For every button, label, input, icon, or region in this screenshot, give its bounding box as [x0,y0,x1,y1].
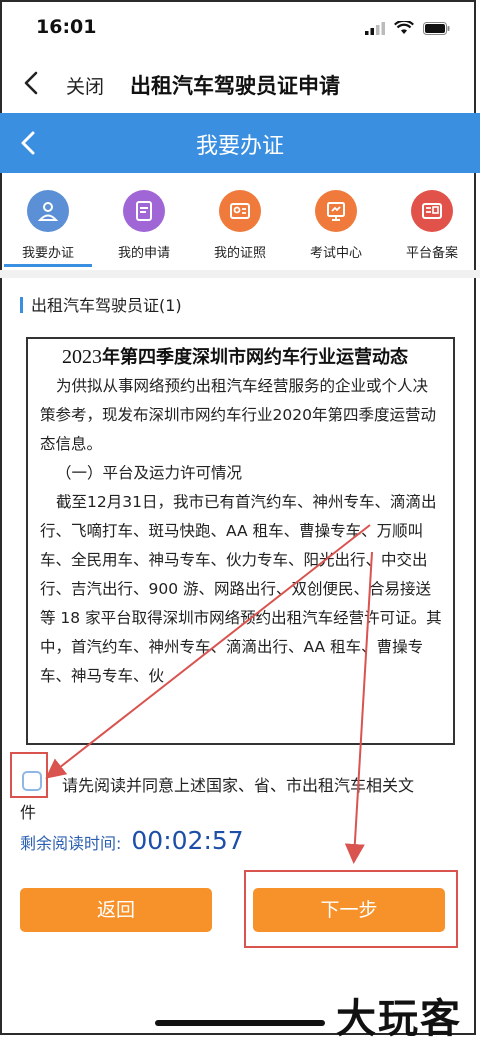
wifi-icon [394,21,414,34]
notice-document[interactable]: 2023年第四季度深圳市网约车行业运营动态 为供拟从事网络预约出租汽车经营服务的… [26,337,455,745]
function-menu: 我要办证 我的申请 我的证照 考试中心 平台备案 [0,186,480,268]
exam-icon [315,190,357,232]
status-icons [365,21,450,35]
watermark: 大玩客 [336,996,462,1042]
application-icon [123,190,165,232]
active-tab-indicator [4,264,92,267]
close-button[interactable]: 关闭 [66,72,104,99]
document-paragraph: 截至12月31日，我市已有首汽约车、神州专车、滴滴出行、飞嘀打车、斑马快跑、AA… [40,493,442,685]
menu-item-exam-center[interactable]: 考试中心 [288,186,384,268]
timer-value: 00:02:57 [131,826,244,855]
document-title-year: 2023 [62,346,102,368]
menu-item-apply[interactable]: 我要办证 [0,186,96,268]
menu-label: 我要办证 [21,246,74,261]
reading-timer: 剩余阅读时间: 00:02:57 [20,826,244,855]
signal-icon [365,22,385,35]
person-icon [27,190,69,232]
timer-label: 剩余阅读时间: [20,834,122,853]
next-button[interactable]: 下一步 [253,888,445,932]
section-header: 我要办证 [0,113,480,173]
menu-label: 我的申请 [117,246,170,261]
back-icon[interactable] [18,68,48,98]
menu-label: 考试中心 [309,246,362,261]
menu-label: 我的证照 [213,246,266,261]
status-time: 16:01 [36,16,97,38]
record-icon [411,190,453,232]
menu-item-my-applications[interactable]: 我的申请 [96,186,192,268]
menu-item-my-licenses[interactable]: 我的证照 [192,186,288,268]
document-title-text: 年第四季度深圳市网约车行业运营动态 [102,347,408,368]
agree-checkbox[interactable] [22,771,42,791]
document-title: 2023年第四季度深圳市网约车行业运营动态 [40,343,443,372]
divider [0,270,480,278]
license-type-heading: 出租汽车驾驶员证(1) [20,292,182,316]
document-paragraph: （一）平台及运力许可情况 [56,464,243,482]
agreement-text-wrap: 件 [20,803,37,822]
menu-label: 平台备案 [405,246,458,261]
agreement-text: 请先阅读并同意上述国家、省、市出租汽车相关文 [62,776,415,795]
menu-item-platform-record[interactable]: 平台备案 [384,186,480,268]
license-icon [219,190,261,232]
app-navbar: 关闭 出租汽车驾驶员证申请 [0,58,480,110]
page-title: 出租汽车驾驶员证申请 [130,74,340,98]
header-title: 我要办证 [195,134,284,159]
heading-accent [20,297,23,313]
back-button[interactable]: 返回 [20,888,212,932]
home-indicator [155,1020,325,1026]
battery-icon [423,22,450,35]
license-type-label: 出租汽车驾驶员证(1) [31,296,182,315]
document-paragraph: 为供拟从事网络预约出租汽车经营服务的企业或个人决策参考，现发布深圳市网约车行业2… [40,377,436,453]
status-bar: 16:01 [0,0,480,58]
